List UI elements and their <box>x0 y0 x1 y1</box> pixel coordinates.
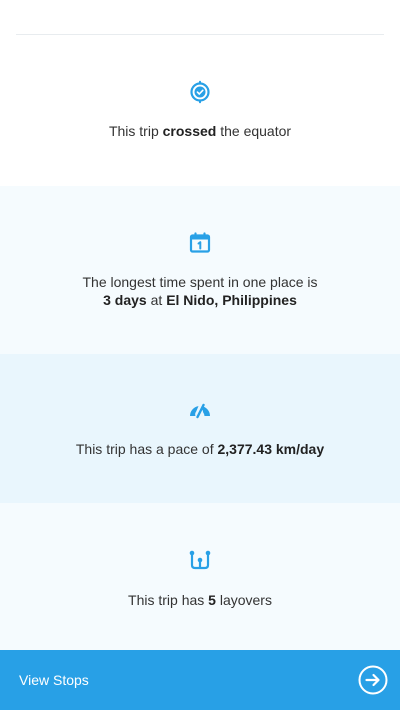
longest-stay-stat: The longest time spent in one place is 3… <box>0 186 400 354</box>
trip-stats-page: This trip crossed the equator The longes… <box>0 0 400 710</box>
layover-icon <box>189 550 211 570</box>
equator-stat: This trip crossed the equator <box>0 35 400 186</box>
layovers-text: This trip has 5 layovers <box>128 592 272 608</box>
longest-stay-text: The longest time spent in one place is 3… <box>20 273 380 309</box>
layovers-stat: This trip has 5 layovers <box>0 503 400 650</box>
view-stops-label[interactable]: View Stops <box>19 671 89 689</box>
equator-text: This trip crossed the equator <box>108 123 292 139</box>
longest-stay-line2: 3 days at El Nido, Philippines <box>103 292 297 308</box>
pace-stat: This trip has a pace of 2,377.43 km/day <box>0 354 400 503</box>
equator-check-icon <box>190 80 210 104</box>
pace-text: This trip has a pace of 2,377.43 km/day <box>75 441 325 457</box>
arrow-right-circle-icon[interactable] <box>358 665 388 695</box>
calendar-icon <box>189 232 211 253</box>
speedometer-icon <box>189 403 211 419</box>
view-stops-bar[interactable]: View Stops <box>0 650 400 710</box>
longest-stay-line1: The longest time spent in one place is <box>82 274 318 290</box>
